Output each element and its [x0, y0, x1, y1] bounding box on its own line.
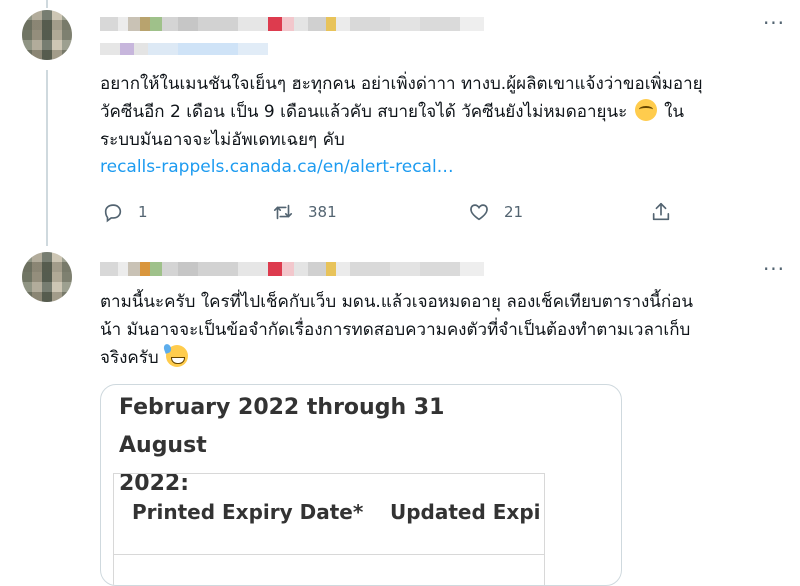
avatar[interactable] — [22, 252, 72, 302]
reply-count: 1 — [138, 203, 148, 221]
avatar[interactable] — [22, 10, 72, 60]
retweet-count: 381 — [308, 203, 337, 221]
face-with-rolling-eyes-icon — [634, 99, 657, 121]
table-divider — [114, 554, 544, 555]
table-header-printed-expiry: Printed Expiry Date* — [132, 500, 364, 524]
retweet-button[interactable]: 381 — [272, 201, 337, 223]
grinning-face-with-sweat-icon — [166, 345, 189, 367]
tweet-text: ตามนี้นะครับ ใครที่ไปเช็คกับเว็บ มดน.แล้… — [100, 288, 780, 372]
tweet-text-line: น้า มันอาจจะเป็นข้อจำกัดเรื่องการทดสอบคว… — [100, 320, 691, 340]
tweet-link[interactable]: recalls-rappels.canada.ca/en/alert-recal… — [100, 157, 454, 177]
retweet-icon — [273, 204, 293, 220]
like-button[interactable]: 21 — [468, 201, 523, 223]
thread-line-connector — [46, 70, 48, 246]
more-horizontal-icon: ··· — [762, 11, 786, 35]
tweet-text-line: อยากให้ในเมนชันใจเย็นๆ ฮะทุกคน อย่าเพิ่ง… — [100, 74, 703, 94]
user-name-redacted[interactable] — [100, 17, 484, 31]
thread-line-top — [46, 0, 48, 8]
more-horizontal-icon: ··· — [762, 257, 786, 281]
tweet-text-line: ตามนี้นะครับ ใครที่ไปเช็คกับเว็บ มดน.แล้… — [100, 292, 694, 312]
share-icon — [652, 202, 670, 221]
tweet-actions: 1 381 21 — [100, 201, 680, 225]
reply-icon — [104, 204, 122, 223]
tweet-text: อยากให้ในเมนชันใจเย็นๆ ฮะทุกคน อย่าเพิ่ง… — [100, 70, 780, 154]
heart-icon — [470, 204, 488, 221]
attached-image[interactable]: February 2022 through 31 August 2022: Pr… — [100, 384, 622, 586]
tweet-text-line: จริงครับ — [100, 344, 780, 372]
tweet-text-line: ระบบมันอาจจะไม่อัพเดทเฉยๆ คับ — [100, 130, 345, 150]
expiry-table: Printed Expiry Date* Updated Expi — [113, 473, 545, 585]
more-options-button[interactable]: ··· — [762, 13, 786, 40]
user-name-redacted[interactable] — [100, 262, 484, 276]
more-options-button[interactable]: ··· — [762, 259, 786, 286]
table-header-updated-expiry: Updated Expi — [390, 500, 541, 524]
share-button[interactable] — [650, 201, 672, 223]
reply-button[interactable]: 1 — [102, 201, 148, 223]
tweet-text-line: วัคซีนอีก 2 เดือน เป็น 9 เดือนแล้วคับ สบ… — [100, 98, 780, 126]
user-handle-redacted[interactable] — [100, 43, 268, 55]
like-count: 21 — [504, 203, 524, 221]
